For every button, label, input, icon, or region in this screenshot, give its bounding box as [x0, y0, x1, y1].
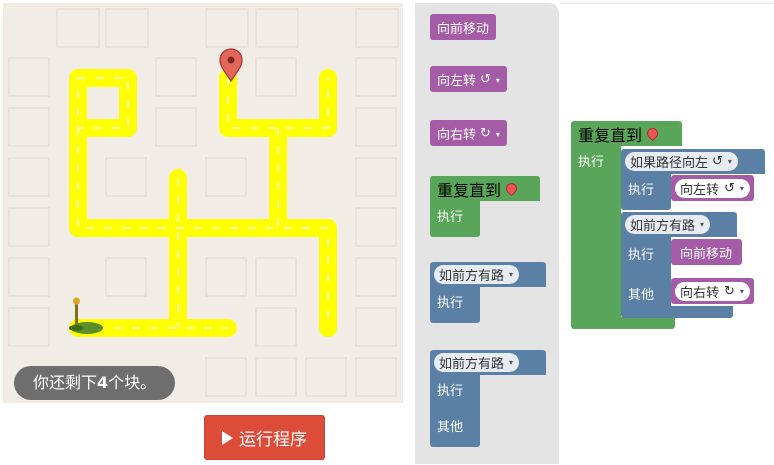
turn-left-symbol-icon: ↺ [724, 180, 735, 196]
turn-left-symbol-icon: ↺ [480, 71, 491, 87]
if-do-label: 执行 [437, 296, 464, 311]
counter-count: 4 [97, 373, 109, 392]
workspace-turn-right-block[interactable]: 向右转 ↻ ▾ [671, 278, 754, 304]
counter-suffix: 个块。 [108, 373, 157, 392]
ws-if-do-label: 执行 [628, 183, 655, 198]
ws-turn-left-label: 向左转 [680, 182, 720, 198]
turn-left-dropdown-arrow-icon[interactable]: ↺ ▾ [480, 72, 500, 87]
ws-if-else-else-label: 其他 [628, 288, 655, 303]
remaining-blocks-counter: 你还剩下4个块。 [14, 366, 176, 400]
run-program-button[interactable]: 运行程序 [204, 415, 325, 460]
play-icon [222, 430, 233, 445]
repeat-do-label: 执行 [437, 210, 464, 225]
toolbox-turn-left-block[interactable]: 向左转 ↺ ▾ [430, 66, 507, 92]
ws-if-else-dropdown[interactable]: 如前方有路 ▾ [625, 215, 711, 234]
workspace-turn-left-block[interactable]: 向左转 ↺ ▾ [671, 175, 754, 201]
program-workspace[interactable]: 重复直到 执行 如果路径向左 ↺ ▾ 执行 向左转 ↺ ▾ 如前方有路 ▾ 执行 其他 向… [560, 3, 774, 465]
maze-svg [8, 8, 399, 397]
if-path-left-dropdown[interactable]: 如果路径向左 ↺ ▾ [625, 152, 738, 171]
ws-turn-right-dropdown[interactable]: 向右转 ↻ ▾ [675, 281, 750, 301]
ws-move-forward-label: 向前移动 [680, 246, 733, 262]
ws-turn-left-dropdown[interactable]: 向左转 ↺ ▾ [675, 178, 750, 198]
goal-pin-icon [503, 180, 520, 197]
chevron-down-icon: ▾ [700, 220, 705, 229]
chevron-down-icon: ▾ [727, 157, 732, 166]
maze-board: 你还剩下4个块。 [3, 3, 403, 403]
ws-repeat-until-label: 重复直到 [578, 125, 643, 145]
repeat-until-label: 重复直到 [437, 180, 502, 200]
turn-left-label: 向左转 [437, 73, 477, 89]
move-forward-label: 向前移动 [437, 21, 490, 37]
toolbox-if-else-path-block[interactable]: 如前方有路 ▾ 执行 其他 [430, 350, 546, 447]
chevron-down-icon: ▾ [495, 129, 500, 139]
pegman-start-icon [69, 297, 103, 334]
toolbox-move-forward-block[interactable]: 向前移动 [430, 14, 497, 40]
turn-right-symbol-icon: ↻ [724, 283, 735, 299]
maze-path [69, 69, 337, 337]
goal-pin-icon [644, 125, 661, 142]
chevron-down-icon: ▾ [509, 270, 514, 279]
chevron-down-icon: ▾ [739, 183, 744, 193]
chevron-down-icon: ▾ [509, 358, 514, 367]
turn-left-symbol-icon: ↺ [712, 154, 723, 169]
chevron-down-icon: ▾ [739, 286, 744, 296]
block-toolbox: 向前移动 向左转 ↺ ▾ 向右转 ↻ ▾ 重复直到 执行 如前方有路 ▾ 执行 如前方… [415, 3, 559, 464]
if-path-dropdown[interactable]: 如前方有路 ▾ [434, 265, 520, 284]
background-tiles [8, 8, 399, 397]
turn-right-symbol-icon: ↻ [480, 125, 491, 141]
turn-right-label: 向右转 [437, 127, 477, 143]
chevron-down-icon: ▾ [495, 75, 500, 85]
path-lane-marks [77, 77, 329, 329]
ws-turn-right-label: 向右转 [680, 285, 720, 301]
turn-right-dropdown-arrow-icon[interactable]: ↻ ▾ [480, 126, 500, 141]
if-else-path-label: 如前方有路 [439, 357, 505, 372]
toolbox-turn-right-block[interactable]: 向右转 ↻ ▾ [430, 120, 507, 146]
if-else-do-label: 执行 [437, 384, 464, 399]
if-else-else-label: 其他 [437, 420, 464, 435]
toolbox-if-path-block[interactable]: 如前方有路 ▾ 执行 [430, 262, 546, 323]
ws-if-else-label: 如前方有路 [630, 219, 696, 234]
ws-if-else-do-label: 执行 [628, 248, 655, 263]
counter-prefix: 你还剩下 [33, 373, 98, 392]
ws-repeat-do-label: 执行 [578, 155, 605, 170]
toolbox-repeat-until-block[interactable]: 重复直到 执行 [430, 176, 540, 237]
if-path-left-label: 如果路径向左 [630, 156, 709, 171]
if-else-path-dropdown[interactable]: 如前方有路 ▾ [434, 353, 520, 372]
if-path-label: 如前方有路 [439, 269, 505, 284]
run-program-label: 运行程序 [239, 430, 307, 450]
workspace-move-forward-block[interactable]: 向前移动 [671, 239, 743, 265]
